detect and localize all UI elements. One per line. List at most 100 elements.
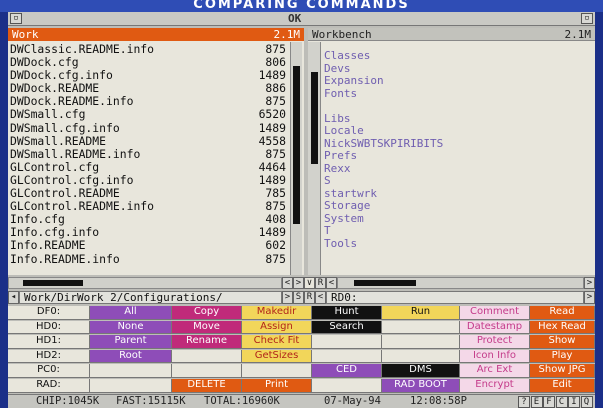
- left-lister-header[interactable]: Work 2.1M: [8, 28, 304, 41]
- arc-ext-button[interactable]: Arc Ext: [460, 364, 530, 378]
- left-lister[interactable]: Work 2.1M DWClassic.README.info 875 DWDock…: [8, 28, 304, 275]
- right-path-field[interactable]: RD0:: [326, 291, 584, 304]
- right-vertical-scrollbar[interactable]: [308, 42, 321, 275]
- left-path-field[interactable]: Work/DirWork_2/Configurations/: [19, 291, 282, 304]
- directory-item[interactable]: Prefs: [324, 149, 443, 163]
- move-button[interactable]: Move: [172, 320, 242, 335]
- root-button[interactable]: Root: [90, 349, 172, 364]
- r-gadget-2[interactable]: R: [304, 291, 315, 304]
- protect-button[interactable]: Protect: [460, 335, 530, 349]
- directory-item[interactable]: Classes: [324, 49, 443, 63]
- drive-button[interactable]: HD0:: [8, 320, 90, 335]
- left-horizontal-scrollbar[interactable]: [8, 277, 282, 289]
- left-scroll-knob[interactable]: [293, 66, 300, 224]
- right-lister-header[interactable]: Workbench 2.1M: [308, 28, 595, 41]
- close-gadget-icon[interactable]: ▫: [10, 13, 22, 24]
- depth-gadget-icon[interactable]: ▫: [581, 13, 593, 24]
- all-button[interactable]: All: [90, 306, 172, 320]
- right-horizontal-scrollbar[interactable]: [337, 277, 584, 289]
- status-gadget-f[interactable]: F: [543, 396, 555, 408]
- none-button[interactable]: None: [90, 320, 172, 335]
- right-scroll-right-icon[interactable]: >: [584, 277, 595, 289]
- right-lister[interactable]: Workbench 2.1M Classes Devs Expansion Fonts…: [308, 28, 595, 275]
- file-size: 875: [265, 146, 286, 161]
- icon-info-button[interactable]: Icon Info: [460, 349, 530, 364]
- directory-item[interactable]: Storage: [324, 199, 443, 213]
- file-name: DWSmall.README: [10, 133, 107, 148]
- assign-button[interactable]: Assign: [242, 320, 312, 335]
- drive-button[interactable]: HD1:: [8, 335, 90, 349]
- total-memory: TOTAL:16960K: [204, 395, 280, 407]
- file-name: GLControl.README: [10, 186, 120, 201]
- directory-item[interactable]: T: [324, 224, 443, 238]
- s-gadget[interactable]: S: [293, 291, 304, 304]
- directory-item[interactable]: Expansion: [324, 74, 443, 88]
- r-gadget[interactable]: R: [315, 277, 326, 289]
- dms-button[interactable]: DMS: [382, 364, 460, 378]
- left-hscroll-knob[interactable]: [23, 280, 83, 286]
- directory-item[interactable]: Rexx: [324, 162, 443, 176]
- status-gadget-i[interactable]: I: [568, 396, 580, 408]
- empty-button[interactable]: [312, 379, 382, 393]
- search-button[interactable]: Search: [312, 320, 382, 335]
- empty-button[interactable]: [90, 379, 172, 393]
- empty-button[interactable]: [382, 320, 460, 335]
- run-button[interactable]: Run: [382, 306, 460, 320]
- rename-button[interactable]: Rename: [172, 335, 242, 349]
- empty-button[interactable]: [172, 364, 242, 378]
- ced-button[interactable]: CED: [312, 364, 382, 378]
- scroll-up-icon[interactable]: ∨: [304, 277, 315, 289]
- directory-item[interactable]: Fonts: [324, 87, 443, 101]
- directory-item[interactable]: [324, 100, 443, 113]
- left-vertical-scrollbar[interactable]: [290, 42, 302, 275]
- read-button[interactable]: Read: [530, 306, 595, 320]
- drive-button[interactable]: DF0:: [8, 306, 90, 320]
- datestamp-button[interactable]: Datestamp: [460, 320, 530, 335]
- drive-button[interactable]: RAD:: [8, 379, 90, 393]
- right-path-arrow-icon[interactable]: <: [315, 291, 326, 304]
- rad-boot-button[interactable]: RAD BOOT: [382, 379, 460, 393]
- print-button[interactable]: Print: [242, 379, 312, 393]
- empty-button[interactable]: [172, 349, 242, 364]
- directory-item[interactable]: Locale: [324, 124, 443, 138]
- parent-button[interactable]: Parent: [90, 335, 172, 349]
- hex-read-button[interactable]: Hex Read: [530, 320, 595, 335]
- status-gadget-q[interactable]: Q: [580, 396, 593, 408]
- drive-button[interactable]: PC0:: [8, 364, 90, 378]
- empty-button[interactable]: [242, 364, 312, 378]
- makedir-button[interactable]: Makedir: [242, 306, 312, 320]
- right-scroll-left-icon[interactable]: <: [326, 277, 337, 289]
- left-scroll-right-icon[interactable]: >: [293, 277, 304, 289]
- right-scroll-knob[interactable]: [311, 72, 318, 164]
- encrypt-button[interactable]: Encrypt: [460, 379, 530, 393]
- getsizes-button[interactable]: GetSizes: [242, 349, 312, 364]
- show-button[interactable]: Show: [530, 335, 595, 349]
- empty-button[interactable]: [382, 349, 460, 364]
- hunt-button[interactable]: Hunt: [312, 306, 382, 320]
- left-path-right-icon[interactable]: >: [282, 291, 293, 304]
- status-gadget-?[interactable]: ?: [518, 396, 530, 408]
- status-gadget-c[interactable]: C: [555, 396, 568, 408]
- file-row[interactable]: Info.README.info 875: [10, 252, 286, 266]
- play-button[interactable]: Play: [530, 349, 595, 364]
- edit-button[interactable]: Edit: [530, 379, 595, 393]
- drive-button[interactable]: HD2:: [8, 349, 90, 364]
- left-path-arrow-icon[interactable]: ◂: [8, 291, 19, 304]
- directory-item[interactable]: System: [324, 212, 443, 226]
- status-gadget-e[interactable]: E: [530, 396, 543, 408]
- directory-item[interactable]: Tools: [324, 237, 443, 251]
- empty-button[interactable]: [312, 349, 382, 364]
- show-jpg-button[interactable]: Show JPG: [530, 364, 595, 378]
- directory-item[interactable]: S: [324, 174, 443, 188]
- right-path-right-icon[interactable]: >: [584, 291, 595, 304]
- right-lister-title: Workbench: [312, 28, 372, 41]
- empty-button[interactable]: [382, 335, 460, 349]
- delete-button[interactable]: DELETE: [172, 379, 242, 393]
- empty-button[interactable]: [90, 364, 172, 378]
- empty-button[interactable]: [312, 335, 382, 349]
- left-scroll-left-icon[interactable]: <: [282, 277, 293, 289]
- check-fit-button[interactable]: Check Fit: [242, 335, 312, 349]
- right-hscroll-knob[interactable]: [354, 280, 416, 286]
- copy-button[interactable]: Copy: [172, 306, 242, 320]
- comment-button[interactable]: Comment: [460, 306, 530, 320]
